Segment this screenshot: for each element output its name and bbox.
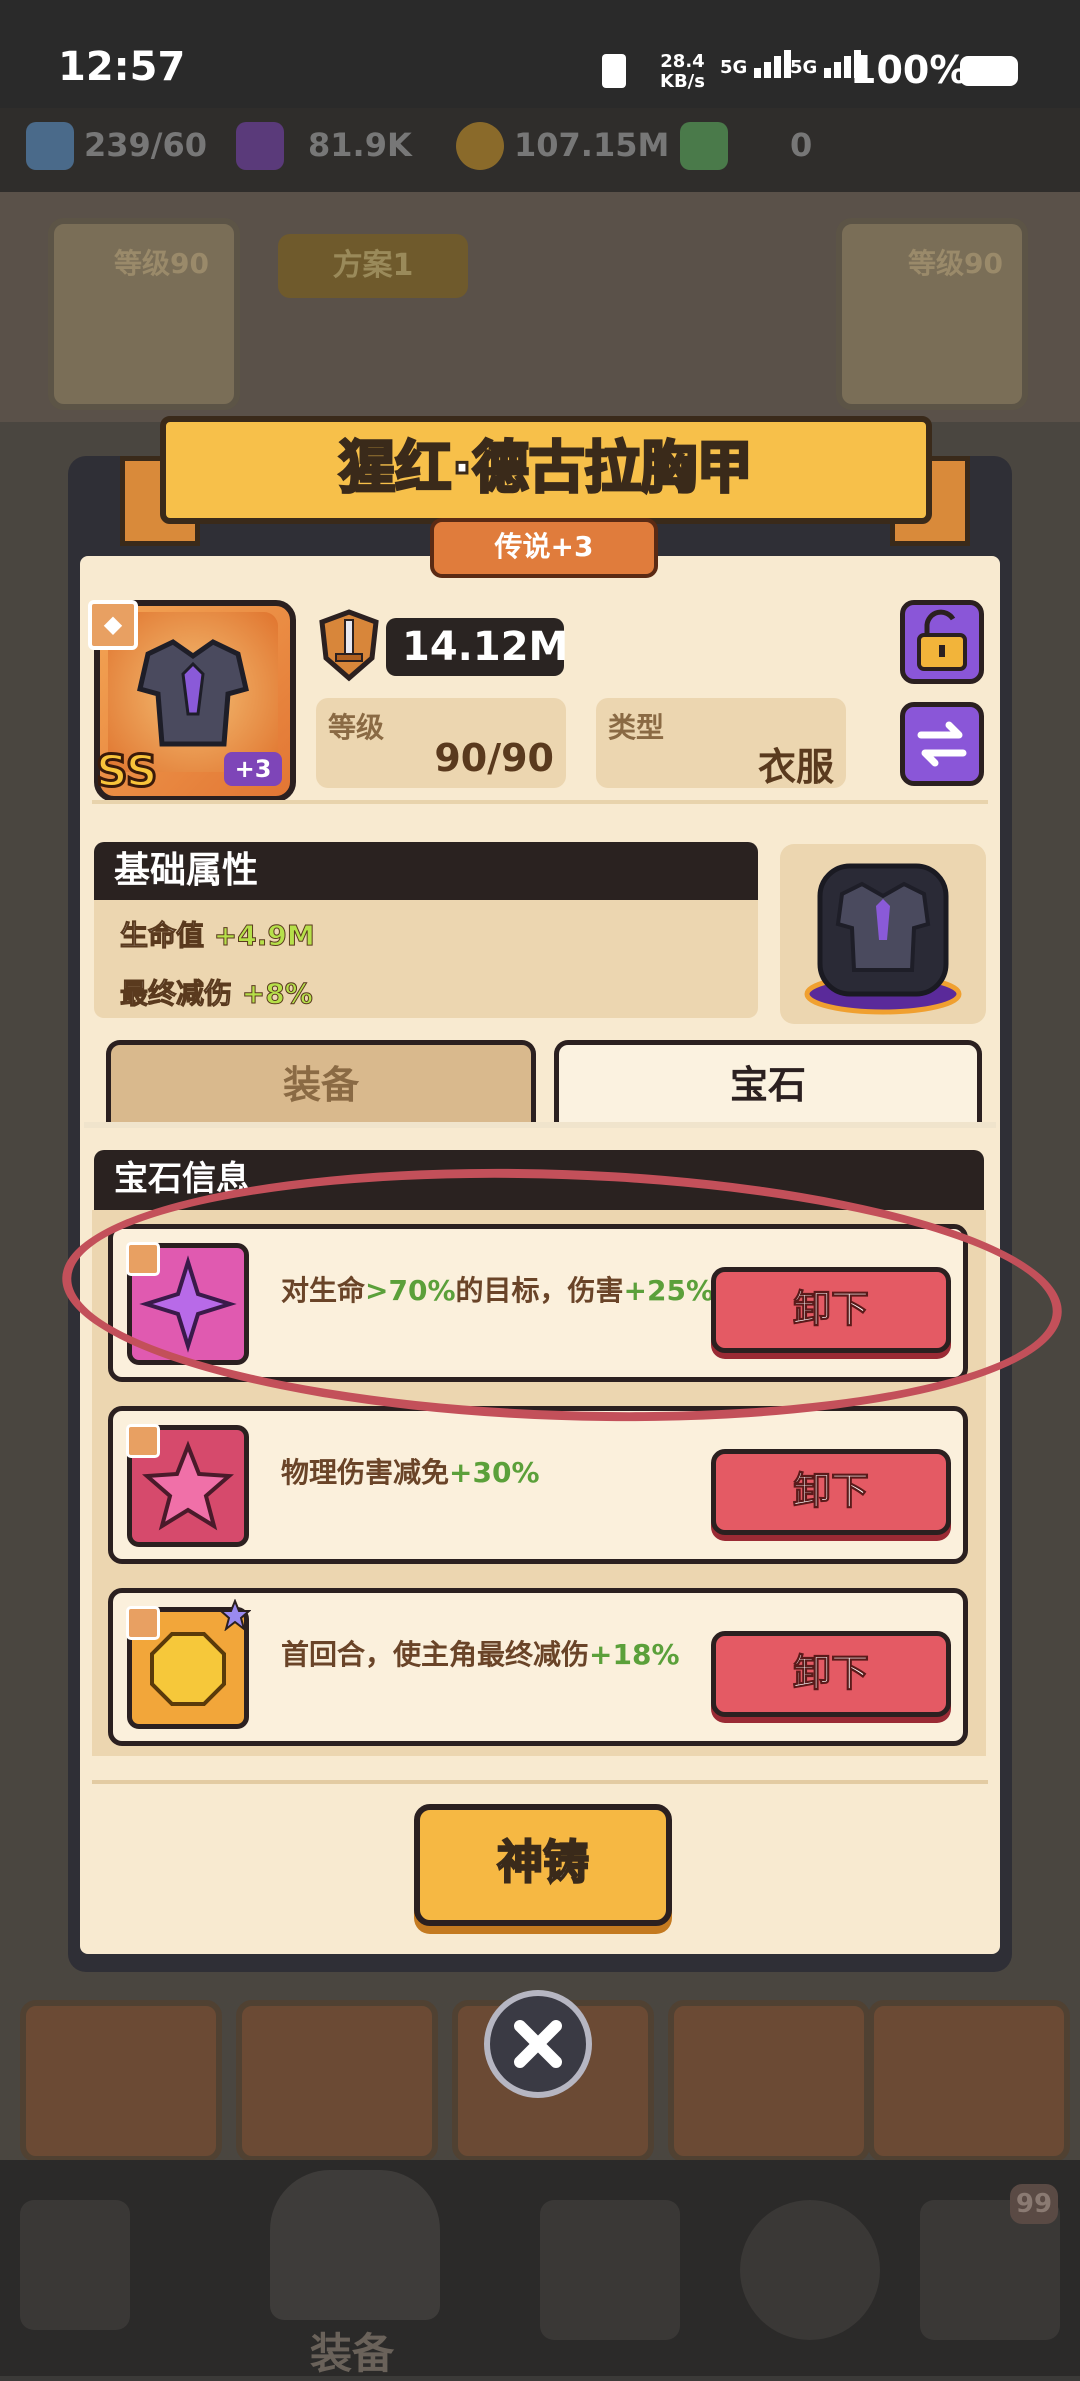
bg-slot — [868, 2000, 1070, 2162]
sword-shield-icon — [319, 609, 379, 682]
type-label: 类型 — [608, 711, 665, 744]
gem-tag-icon — [126, 1606, 160, 1640]
plan-button[interactable]: 方案1 — [278, 234, 468, 298]
level-right: 等级90 — [908, 247, 1003, 280]
armor-icon — [137, 639, 249, 747]
sim1-signal: 5G — [720, 50, 794, 78]
level-box: 等级 90/90 — [316, 698, 566, 788]
tab-equipment[interactable]: 装备 — [106, 1040, 536, 1127]
bg-slot — [236, 2000, 438, 2162]
forge-button[interactable]: 神铸 — [414, 1804, 672, 1926]
gem-text: 首回合，使主角最终减伤 — [281, 1638, 590, 1671]
plan-label: 方案1 — [332, 248, 414, 283]
level-label: 等级 — [328, 711, 385, 744]
attr-hp: 生命值 +4.9M — [119, 914, 315, 954]
shop-icon[interactable] — [20, 2200, 130, 2330]
tab-underline — [84, 1122, 996, 1128]
tab-label: 装备 — [282, 1063, 359, 1107]
item-category-icon: ◆ — [88, 600, 138, 650]
signal-bars-icon — [753, 50, 794, 78]
tab-label: 宝石 — [729, 1063, 806, 1107]
status-time: 12:57 — [58, 44, 186, 90]
bottom-nav: 装备 99 — [0, 2160, 1080, 2378]
vibrate-icon — [602, 54, 626, 88]
divider — [92, 800, 988, 804]
resource-coin: 107.15M — [514, 126, 670, 164]
net-speed: 28.4 KB/s — [660, 52, 705, 92]
unequip-button[interactable]: 卸下 — [711, 1631, 951, 1717]
bg-slot — [668, 2000, 870, 2162]
lock-icon — [917, 609, 967, 671]
attr-dmg-reduction: 最终减伤 +8% — [119, 972, 313, 1012]
swap-icon — [917, 721, 967, 767]
item-grade: SS — [94, 745, 158, 799]
unequip-button[interactable]: 卸下 — [711, 1449, 951, 1535]
net-speed-unit: KB/s — [660, 71, 705, 92]
base-attr-body: 生命值 +4.9M 最终减伤 +8% — [94, 900, 758, 1018]
battery-icon — [960, 56, 1018, 86]
tab-gem[interactable]: 宝石 — [554, 1040, 982, 1127]
bg-slot — [20, 2000, 222, 2162]
divider — [92, 1780, 988, 1784]
swap-button[interactable] — [900, 702, 984, 786]
battle-icon[interactable] — [540, 2200, 680, 2340]
attr-name: 生命值 — [119, 919, 205, 953]
close-button[interactable] — [484, 1990, 592, 2098]
energy-icon — [26, 122, 74, 170]
resource-energy: 239/60 — [84, 126, 208, 164]
star-badge-icon — [218, 1598, 252, 1632]
nav-badge: 99 — [1010, 2184, 1058, 2224]
helmet-icon[interactable] — [270, 2170, 440, 2320]
battery-percent: 100% — [850, 48, 968, 92]
type-box: 类型 衣服 — [596, 698, 846, 789]
unlock-button[interactable] — [900, 600, 984, 684]
attr-name: 最终减伤 — [119, 977, 233, 1011]
net-speed-value: 28.4 — [660, 51, 705, 72]
resource-cube: 81.9K — [308, 126, 412, 164]
gem-slot[interactable] — [126, 1424, 249, 1547]
gem-row: 物理伤害减免+30% 卸下 — [108, 1406, 968, 1564]
gem-text: 物理伤害减免 — [281, 1456, 450, 1489]
level-value: 90/90 — [434, 736, 554, 780]
power-value: 14.12M — [386, 618, 568, 676]
gem-icon — [680, 122, 728, 170]
cube-icon — [236, 122, 284, 170]
equip-card-right: 等级90 — [836, 218, 1028, 410]
attr-value: +8% — [241, 977, 313, 1011]
rarity-badge: 传说+3 — [430, 518, 658, 578]
gem-tag-icon — [126, 1424, 160, 1458]
armor-display-icon — [804, 863, 962, 1015]
level-left: 等级90 — [114, 247, 209, 280]
gem-highlight: +30% — [449, 1456, 540, 1489]
gem-row: 首回合，使主角最终减伤+18% 卸下 — [108, 1588, 968, 1746]
sim2-label: 5G — [790, 57, 818, 78]
base-attr-header: 基础属性 — [94, 842, 758, 900]
gem-highlight: +18% — [589, 1638, 680, 1671]
sim1-label: 5G — [720, 57, 748, 78]
item-title: 猩红·德古拉胸甲 — [160, 416, 932, 524]
item-plus: +3 — [224, 752, 282, 786]
close-icon — [514, 2020, 562, 2068]
resource-gem: 0 — [790, 126, 813, 164]
type-value: 衣服 — [757, 745, 834, 789]
attr-value: +4.9M — [213, 919, 315, 953]
equip-card-left: 等级90 — [48, 218, 240, 410]
nav-label-equipment: 装备 — [310, 2329, 395, 2378]
coin-icon — [456, 122, 504, 170]
upgrade-icon[interactable] — [740, 2200, 880, 2340]
armor-preview[interactable] — [780, 844, 986, 1024]
